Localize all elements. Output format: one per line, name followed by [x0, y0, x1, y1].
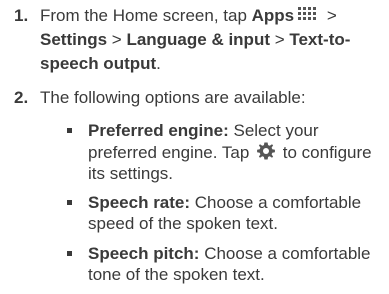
gear-icon: [257, 142, 275, 160]
instruction-document: 1. From the Home screen, tap Apps > Sett…: [0, 0, 389, 294]
step-2-text: The following options are available:: [40, 88, 306, 107]
bullet-marker: [67, 251, 72, 256]
bullet-marker: [67, 200, 72, 205]
step-1-text: From the Home screen, tap Apps > Setting…: [40, 4, 380, 76]
option-preferred-engine-text: Preferred engine: Select your preferred …: [88, 120, 384, 184]
option-term: Preferred engine:: [88, 121, 229, 140]
step-1-intro: From the Home screen, tap: [40, 6, 252, 25]
option-term: Speech pitch:: [88, 244, 200, 263]
option-term: Speech rate:: [88, 193, 191, 212]
separator-2: >: [107, 30, 127, 49]
settings-label: Settings: [40, 30, 108, 49]
separator-3: >: [269, 30, 290, 49]
option-speech-pitch-text: Speech pitch: Choose a comfortable tone …: [88, 243, 384, 285]
apps-label: Apps: [251, 6, 295, 25]
apps-grid-icon: [298, 7, 317, 20]
bullet-marker: [67, 128, 72, 133]
separator-1: >: [322, 6, 337, 25]
option-speech-rate-text: Speech rate: Choose a comfortable speed …: [88, 192, 384, 234]
step-2-number: 2.: [14, 88, 29, 107]
language-input-label: Language & input: [126, 30, 270, 49]
step-1-number: 1.: [14, 6, 29, 25]
step-1-end: .: [156, 54, 161, 73]
